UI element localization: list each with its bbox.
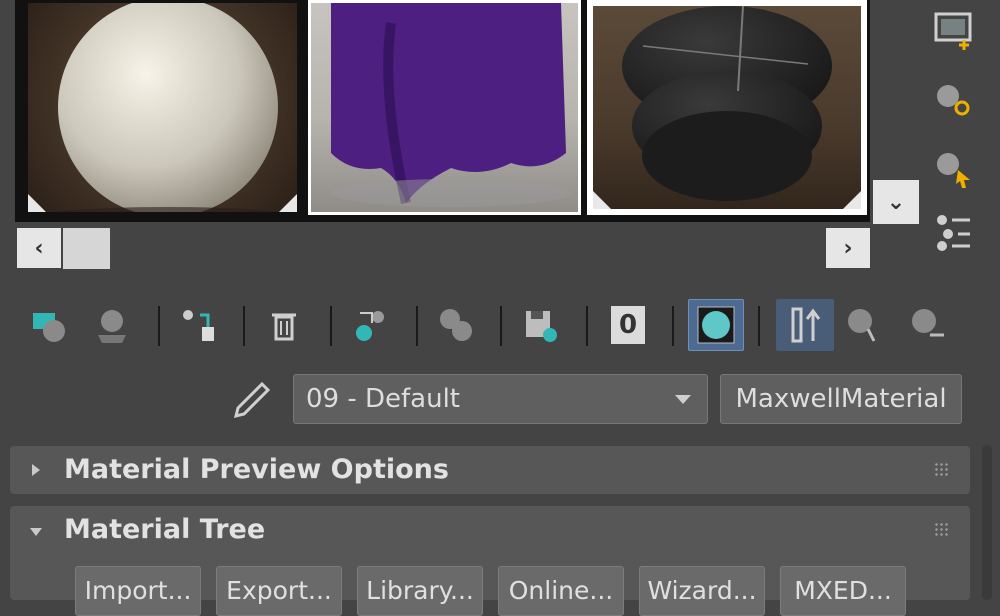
sample-slot-2[interactable] (308, 0, 581, 215)
collapse-arrow-icon (30, 528, 42, 536)
grip-icon (934, 522, 948, 536)
show-end-result-icon[interactable] (776, 299, 834, 351)
export-button[interactable]: Export... (216, 566, 342, 616)
make-unique-icon[interactable] (348, 302, 392, 348)
expand-arrow-icon (32, 464, 40, 476)
panel-scrollbar[interactable] (982, 445, 992, 600)
rollout-material-preview-options[interactable]: Material Preview Options (10, 446, 970, 494)
chevron-left-icon: ‹ (34, 235, 44, 261)
toolbar-separator (416, 306, 418, 346)
rollout-title: Material Preview Options (64, 454, 449, 485)
pick-material-eyedropper-icon[interactable] (228, 380, 272, 420)
material-navigator-icon[interactable] (934, 212, 976, 254)
make-preview-icon[interactable] (934, 10, 976, 52)
material-type-button[interactable]: MaxwellMaterial (720, 374, 962, 424)
delete-icon[interactable] (262, 302, 306, 348)
get-material-icon[interactable] (28, 302, 72, 348)
toolbar-separator (330, 306, 332, 346)
rollout-title: Material Tree (64, 514, 266, 545)
options-icon[interactable] (934, 80, 976, 122)
toolbar-separator (158, 306, 160, 346)
material-id-label: 0 (611, 306, 645, 344)
assign-to-selection-icon[interactable] (176, 302, 220, 348)
scroll-thumb[interactable] (63, 228, 110, 269)
material-preview-cloth (331, 3, 571, 207)
put-to-library-icon[interactable] (434, 302, 478, 348)
material-id-channel-icon[interactable]: 0 (606, 302, 650, 348)
wizard-button[interactable]: Wizard... (639, 566, 765, 616)
library-button[interactable]: Library... (357, 566, 483, 616)
online-button[interactable]: Online... (498, 566, 624, 616)
toolbar-separator (758, 306, 760, 346)
scroll-left-button[interactable]: ‹ (17, 228, 61, 268)
toolbar-separator (243, 306, 245, 346)
material-preview-ridged-sphere (622, 6, 832, 201)
dropdown-arrow-icon (675, 395, 691, 404)
mxed-button[interactable]: MXED... (780, 566, 906, 616)
toolbar-separator (672, 306, 674, 346)
sample-slots-panel (15, 0, 870, 222)
grip-icon (934, 462, 948, 476)
chevron-down-icon: ⌄ (886, 189, 906, 215)
material-name-dropdown[interactable]: 09 - Default (293, 374, 708, 424)
material-preview-sphere (56, 3, 280, 212)
sample-slot-3[interactable] (587, 0, 867, 215)
import-button[interactable]: Import... (75, 566, 201, 616)
go-to-parent-icon[interactable] (842, 302, 886, 348)
toolbar-separator (500, 306, 502, 346)
sample-slot-1[interactable] (25, 0, 300, 215)
material-name-value: 09 - Default (306, 384, 460, 414)
show-shaded-material-icon[interactable] (688, 299, 744, 351)
go-forward-to-sibling-icon[interactable] (906, 302, 950, 348)
save-icon[interactable] (518, 302, 562, 348)
slots-scrollbar[interactable] (15, 228, 870, 270)
scroll-right-button[interactable]: › (826, 228, 870, 268)
select-by-material-icon[interactable] (934, 148, 976, 190)
put-to-scene-icon[interactable] (90, 302, 134, 348)
more-slots-button[interactable]: ⌄ (873, 180, 919, 224)
toolbar-separator (586, 306, 588, 346)
chevron-right-icon: › (843, 235, 853, 261)
